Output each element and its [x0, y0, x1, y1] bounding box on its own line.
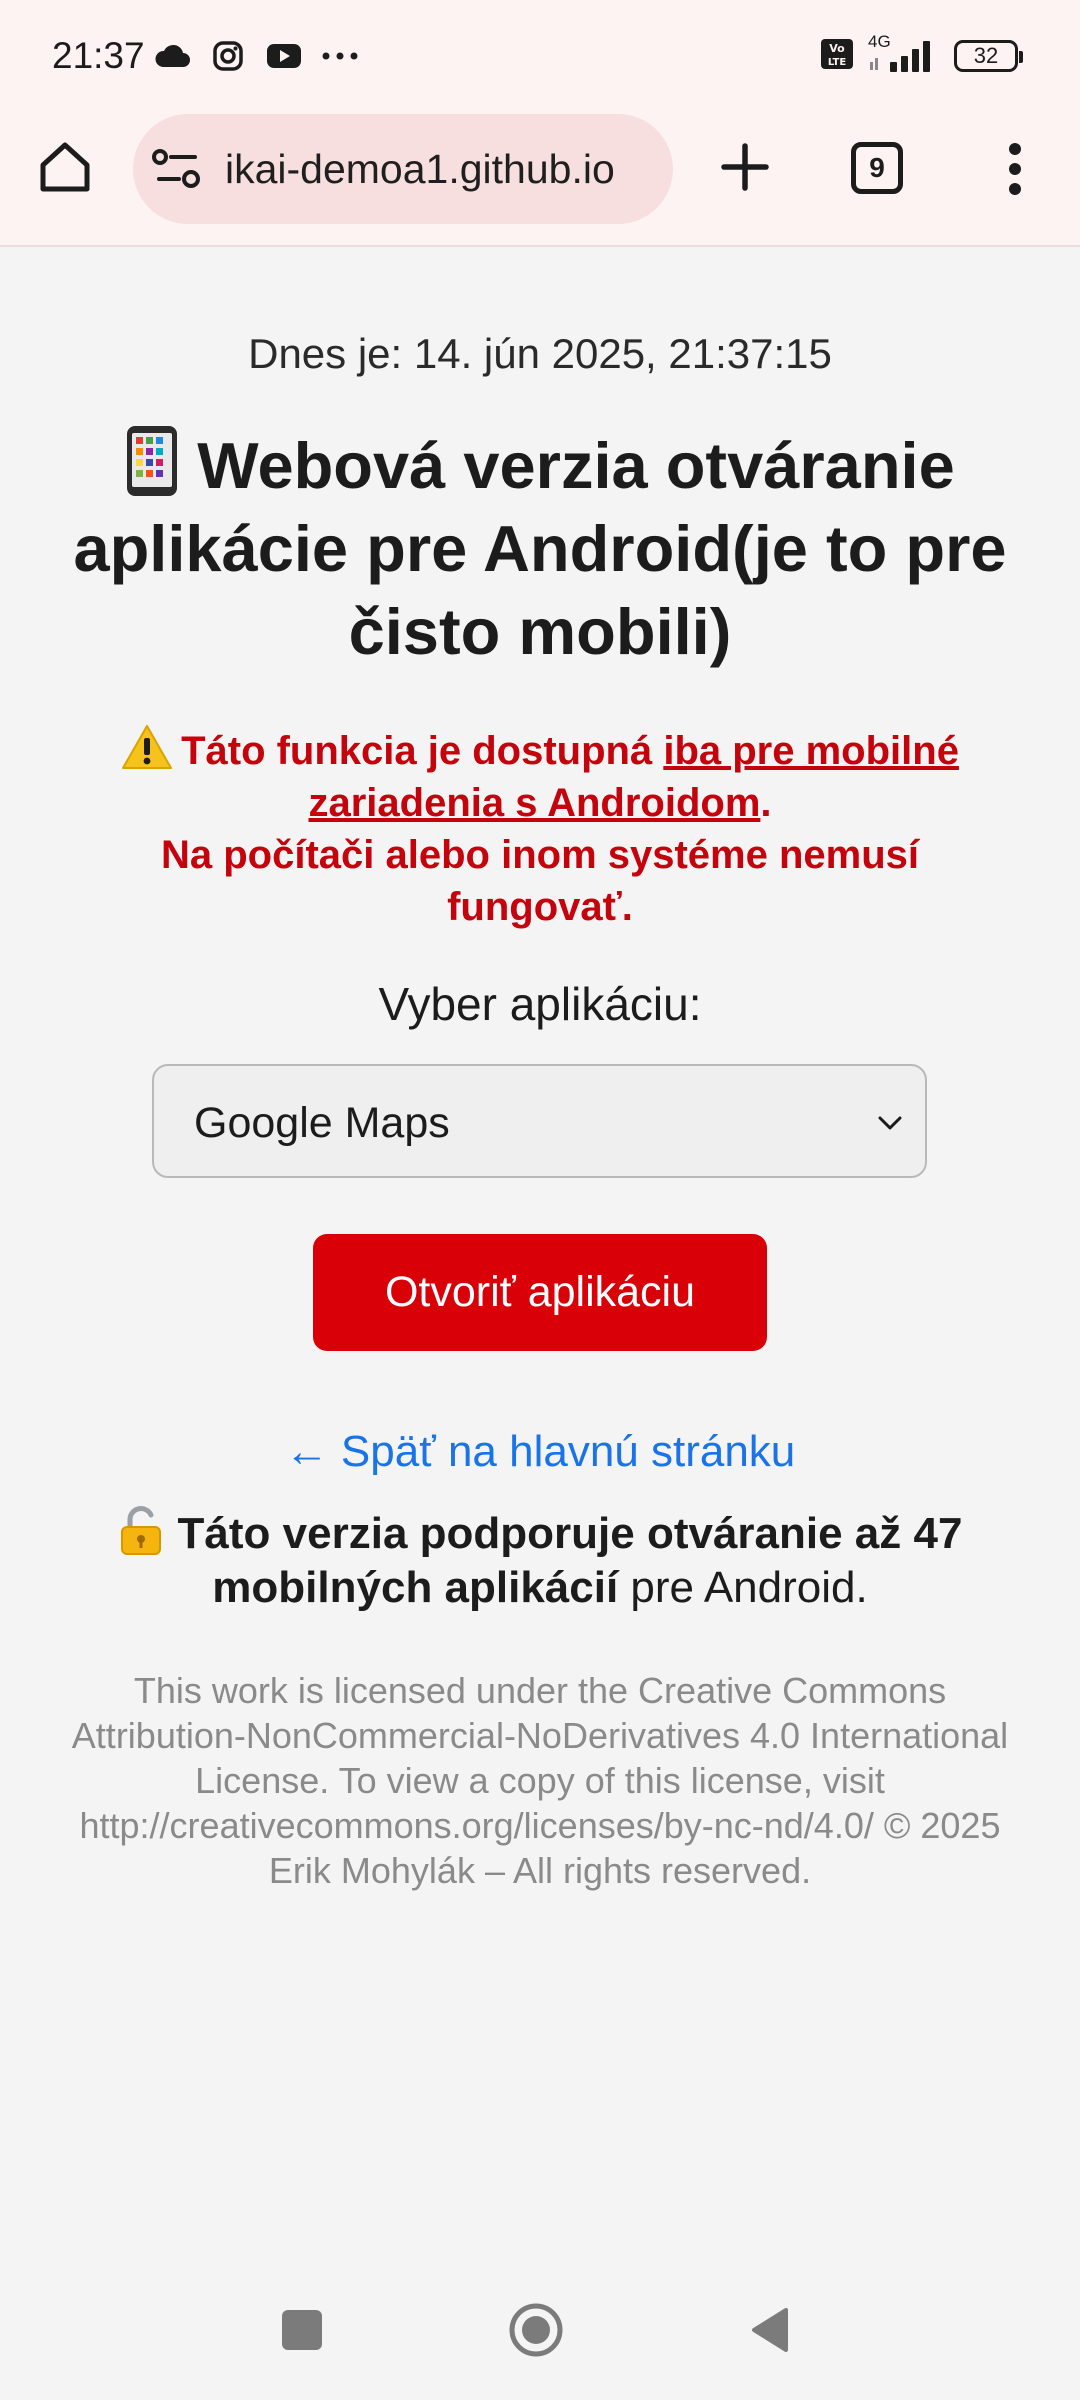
- battery-icon: 32: [954, 40, 1023, 72]
- support-note-rest: pre Android.: [618, 1563, 868, 1612]
- warning-icon: [122, 725, 173, 769]
- svg-text:LTE: LTE: [828, 57, 847, 68]
- status-time: 21:37: [52, 35, 145, 76]
- android-only-warning: Táto funkcia je dostupná iba pre mobilné…: [90, 724, 990, 933]
- more-vert-icon: [1009, 143, 1021, 195]
- browser-menu-button[interactable]: [990, 134, 1040, 204]
- warning-line2: Na počítači alebo inom systéme nemusí fu…: [160, 833, 920, 929]
- youtube-icon: [264, 36, 304, 76]
- date-line: Dnes je: 14. jún 2025, 21:37:15: [248, 330, 832, 377]
- url-text[interactable]: ikai-demoa1.github.io: [225, 144, 665, 194]
- app-select[interactable]: Google Maps: [152, 1064, 927, 1178]
- plus-icon: [721, 143, 769, 191]
- home-nav-icon[interactable]: [508, 2302, 564, 2358]
- home-icon: [40, 142, 90, 192]
- home-button[interactable]: [30, 132, 100, 202]
- volte-icon: Vo LTE: [820, 38, 854, 75]
- tab-switcher-button[interactable]: 9: [851, 142, 903, 194]
- address-bar[interactable]: ikai-demoa1.github.io: [133, 114, 673, 224]
- svg-text:Vo: Vo: [829, 42, 845, 55]
- instagram-icon: [208, 36, 248, 76]
- more-dots-icon: [320, 36, 360, 76]
- back-to-home-link[interactable]: ← Späť na hlavnú stránku: [0, 1424, 1080, 1480]
- open-app-button[interactable]: Otvoriť aplikáciu: [313, 1234, 767, 1351]
- support-note: Táto verzia podporuje otváranie až 47 mo…: [80, 1506, 1000, 1615]
- status-icons-right: Vo LTE 4G 32: [820, 32, 1023, 76]
- unlocked-icon: [120, 1506, 161, 1555]
- back-nav-icon[interactable]: [748, 2306, 790, 2354]
- system-nav-bar: [0, 2280, 1080, 2380]
- status-icons-left: [152, 36, 360, 76]
- page-title: Webová verzia otváranie aplikácie pre An…: [40, 424, 1040, 673]
- warning-prefix: Táto funkcia je dostupná: [181, 729, 664, 773]
- new-tab-button[interactable]: [712, 132, 778, 202]
- app-select-value[interactable]: Google Maps: [194, 1096, 450, 1150]
- browser-toolbar: ikai-demoa1.github.io 9: [0, 112, 1080, 247]
- chevron-down-icon: [878, 1116, 902, 1130]
- page-title-text: Webová verzia otváranie aplikácie pre An…: [73, 429, 1007, 668]
- status-bar: 21:37 Vo LTE 4G 32: [0, 0, 1080, 112]
- site-settings-icon[interactable]: [151, 143, 207, 195]
- signal-4g-icon: 4G: [868, 32, 940, 76]
- warning-suffix: .: [760, 781, 772, 825]
- cloud-icon: [152, 36, 192, 76]
- select-app-label: Vyber aplikáciu:: [378, 978, 702, 1030]
- recents-button[interactable]: [282, 2310, 322, 2350]
- license-text: This work is licensed under the Creative…: [71, 1670, 1009, 1891]
- mobile-phone-icon: [127, 426, 178, 496]
